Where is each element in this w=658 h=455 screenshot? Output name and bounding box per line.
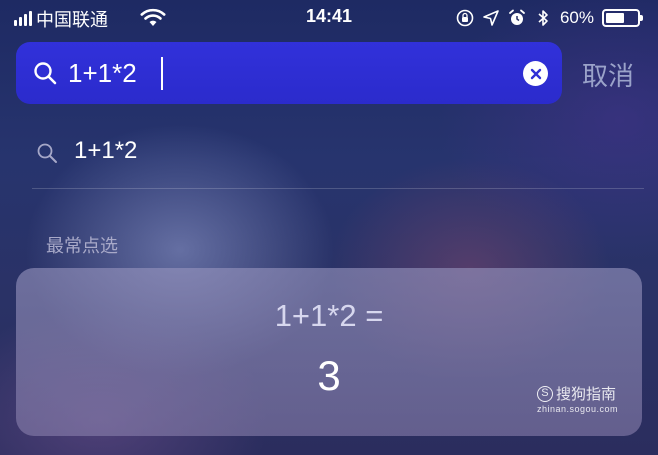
battery-level-fill	[606, 13, 624, 23]
search-icon	[37, 143, 57, 163]
battery-icon	[602, 9, 643, 27]
status-icons: 60%	[456, 7, 643, 29]
status-bar: 中国联通 14:41 60%	[0, 0, 658, 36]
cancel-button[interactable]: 取消	[582, 56, 634, 93]
clear-search-button[interactable]	[523, 61, 548, 86]
search-suggestion[interactable]: 1+1*2	[16, 128, 642, 178]
battery-percentage: 60%	[559, 8, 594, 27]
search-icon	[34, 62, 57, 85]
sogou-logo-icon: S	[536, 385, 553, 402]
watermark: S 搜狗指南 zhinan.sogou.com	[536, 383, 618, 414]
suggestion-text: 1+1*2	[74, 137, 138, 164]
text-caret	[161, 57, 163, 90]
rotation-lock-icon	[456, 9, 474, 27]
watermark-url: zhinan.sogou.com	[536, 404, 618, 414]
watermark-brand: 搜狗指南	[555, 385, 616, 403]
calculator-expression: 1+1*2 =	[274, 298, 384, 333]
clear-x-icon	[530, 68, 541, 79]
search-bar[interactable]	[16, 42, 562, 104]
alarm-icon	[509, 9, 525, 25]
section-title: 最常点选	[46, 236, 118, 257]
bluetooth-icon	[538, 10, 548, 26]
search-input[interactable]	[68, 52, 508, 94]
calculator-result-card[interactable]: 1+1*2 = 3 S 搜狗指南 zhinan.sogou.com	[16, 268, 642, 436]
location-arrow-icon	[483, 10, 499, 26]
divider	[32, 188, 644, 189]
